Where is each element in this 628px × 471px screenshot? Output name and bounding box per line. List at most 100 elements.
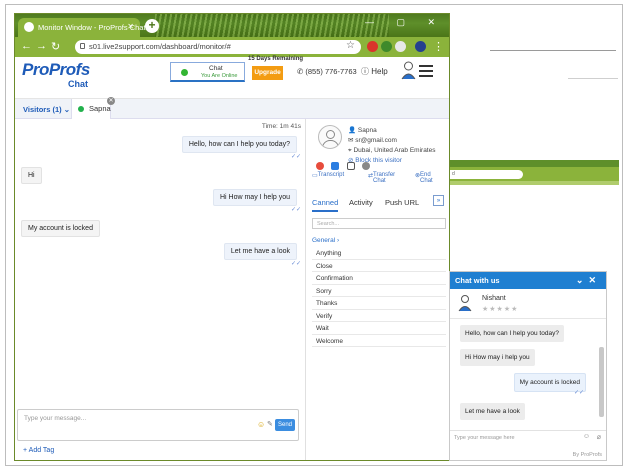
visitor-name-row: 👤 Sapna	[348, 127, 377, 134]
address-field-fragment[interactable]: d	[449, 170, 523, 179]
support-phone[interactable]: ✆ (855) 776-7763	[297, 67, 357, 76]
canned-item[interactable]: Thanks	[312, 297, 446, 310]
operator-avatar-icon[interactable]	[401, 60, 416, 80]
theme-background	[155, 14, 389, 37]
agent-card: Nishant ★★★★★	[450, 289, 606, 319]
canned-item[interactable]: Wait	[312, 322, 446, 335]
new-tab-button[interactable]: +	[145, 19, 159, 33]
visitor-avatar-icon	[318, 125, 342, 149]
transfer-chat-label: Transfer Chat	[373, 172, 396, 184]
emoji-icon[interactable]: ☺	[257, 420, 265, 429]
online-dot-icon	[78, 106, 84, 112]
online-dot-icon	[181, 69, 188, 76]
close-tab-icon[interactable]: ✕	[127, 22, 134, 31]
trial-remaining: 15 Days Remaining	[248, 56, 304, 62]
message-operator: Let me have a look	[223, 243, 297, 260]
widget-input-placeholder: Type your message here	[454, 435, 515, 441]
emoji-icon[interactable]: ☺	[583, 433, 590, 440]
logo-text: ProProfs	[22, 60, 90, 79]
read-tick-icon: ✓✓	[290, 207, 301, 213]
attachment-icon[interactable]: ⌀	[597, 433, 601, 441]
browser-tab[interactable]: Monitor Window - ProProfs Chat ✕	[18, 18, 146, 37]
desktop-icon	[346, 162, 355, 170]
chat-status-toggle[interactable]: Chat You Are Online	[170, 62, 245, 82]
visitor-location: Dubai, United Arab Emirates	[353, 147, 436, 154]
tab-push-url[interactable]: Push URL	[385, 198, 419, 207]
message-operator: Hi How may I help you	[212, 189, 297, 206]
send-button[interactable]: Send	[275, 419, 295, 431]
browser-menu-icon[interactable]: ⋮	[433, 40, 444, 53]
read-tick-icon: ✓✓	[290, 154, 301, 160]
widget-message-agent: Hello, how can I help you today?	[460, 325, 564, 342]
tab-activity[interactable]: Activity	[349, 198, 373, 207]
canned-group-label: General	[312, 237, 336, 244]
visitors-dropdown[interactable]: Visitors (1) ⌄	[23, 105, 70, 114]
widget-header[interactable]: Chat with us ⌄✕	[450, 272, 606, 289]
canned-item[interactable]: Sorry	[312, 285, 446, 297]
canned-item[interactable]: Close	[312, 260, 446, 272]
widget-controls[interactable]: ⌄✕	[576, 275, 601, 286]
canned-item[interactable]: Anything	[312, 247, 446, 260]
url-field[interactable]: s01.live2support.com/dashboard/monitor/#…	[75, 40, 361, 54]
lock-icon	[80, 43, 85, 49]
help-icon: ⓘ	[361, 67, 369, 76]
read-tick-icon: ✓✓	[573, 390, 584, 396]
attachment-icon[interactable]: ✎	[267, 420, 273, 428]
canned-item[interactable]: Welcome	[312, 335, 446, 347]
forward-icon[interactable]: →	[36, 40, 47, 52]
chrome-icon	[316, 162, 324, 170]
second-browser-window: d	[449, 160, 619, 270]
agent-avatar-icon	[458, 295, 472, 312]
tab-favicon-icon	[24, 22, 34, 32]
tab-canned[interactable]: Canned	[312, 198, 339, 212]
help-link[interactable]: ⓘ Help	[361, 66, 388, 77]
end-chat-label: End Chat	[420, 172, 433, 184]
widget-branding: By ProProfs	[572, 452, 602, 458]
background-window	[448, 6, 621, 151]
window-controls[interactable]: — ▢ ✕	[365, 17, 445, 28]
proprofs-logo[interactable]: ProProfs	[22, 60, 90, 80]
reload-icon[interactable]: ↻	[51, 40, 60, 53]
divider	[568, 78, 618, 79]
visitor-tab-sapna[interactable]: Sapna ✕	[71, 97, 115, 119]
canned-list: Anything Close Confirmation Sorry Thanks…	[312, 247, 446, 347]
url-text: s01.live2support.com/dashboard/monitor/#	[89, 42, 231, 51]
visitor-email: sr@gmail.com	[355, 137, 397, 144]
canned-group[interactable]: General ›	[312, 237, 339, 244]
canned-search-input[interactable]: Search...	[312, 218, 446, 229]
end-chat-button[interactable]: ⊗ End Chat	[415, 172, 433, 184]
expand-icon[interactable]: »	[433, 195, 444, 206]
widget-message-agent: Hi How may i help you	[460, 349, 535, 366]
transcript-button[interactable]: ▭ Transcript	[312, 172, 344, 179]
extension-adblock-icon[interactable]	[367, 41, 378, 52]
help-label: Help	[371, 67, 388, 76]
tab-strip	[449, 160, 619, 167]
widget-input[interactable]: Type your message here ☺ ⌀	[450, 430, 606, 446]
profile-icon[interactable]	[415, 41, 426, 52]
rating-stars[interactable]: ★★★★★	[482, 305, 518, 313]
browser-window: Monitor Window - ProProfs Chat ✕ + — ▢ ✕…	[14, 13, 450, 461]
hamburger-menu-icon[interactable]	[419, 65, 433, 80]
bookmark-star-icon[interactable]: ☆	[346, 40, 355, 51]
message-visitor: Hi	[21, 167, 42, 184]
back-icon[interactable]: ←	[21, 40, 32, 52]
chat-status-title: Chat	[209, 65, 223, 72]
widget-scrollbar[interactable]	[599, 347, 604, 417]
transfer-chat-button[interactable]: ⇄ Transfer Chat	[368, 172, 408, 184]
app-header: ProProfs Chat 15 Days Remaining Chat You…	[15, 56, 449, 99]
message-operator: Hello, how can I help you today?	[181, 136, 297, 153]
chevron-right-icon: ›	[336, 237, 340, 244]
widget-title: Chat with us	[455, 276, 500, 285]
close-icon[interactable]: ✕	[107, 97, 115, 105]
conversation-pane: Time: 1m 41s Hello, how can I help you t…	[15, 119, 305, 419]
visitor-info-panel: 👤 Sapna ✉ sr@gmail.com ⌖ Dubai, United A…	[305, 119, 449, 460]
extension-leaf-icon[interactable]	[381, 41, 392, 52]
canned-item[interactable]: Verify	[312, 310, 446, 322]
upgrade-button[interactable]: Upgrade	[252, 66, 283, 80]
add-tag-link[interactable]: + Add Tag	[23, 447, 54, 454]
canned-item[interactable]: Confirmation	[312, 272, 446, 285]
divider	[490, 50, 616, 51]
address-bar: ← → ↻ s01.live2support.com/dashboard/mon…	[15, 37, 449, 57]
extension-icon[interactable]	[395, 41, 406, 52]
read-tick-icon: ✓✓	[290, 261, 301, 267]
